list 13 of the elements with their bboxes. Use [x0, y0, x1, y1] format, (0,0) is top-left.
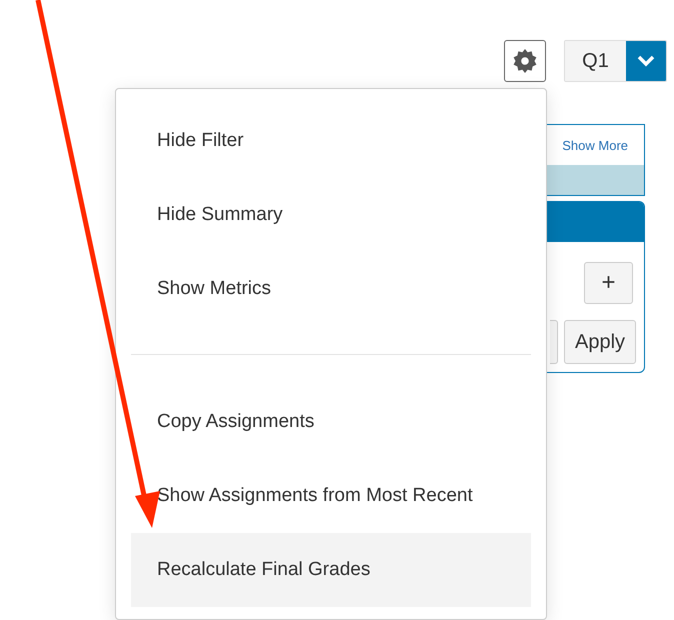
menu-item[interactable]: Hide Filter [131, 104, 531, 178]
add-button[interactable]: + [584, 262, 633, 304]
menu-item[interactable]: Show Assignments from Most Recent [131, 459, 531, 533]
apply-button[interactable]: Apply [564, 320, 636, 364]
period-select[interactable]: Q1 [564, 40, 667, 82]
menu-item[interactable]: Copy Assignments [131, 385, 531, 459]
menu-item[interactable]: Recalculate Final Grades [131, 533, 531, 607]
menu-item[interactable]: Hide Summary [131, 178, 531, 252]
show-more-link[interactable]: Show More [562, 138, 628, 152]
settings-button[interactable] [504, 40, 546, 82]
settings-icon [512, 48, 538, 74]
menu-item[interactable]: Show Metrics [131, 252, 531, 326]
chevron-down-icon [637, 55, 655, 67]
